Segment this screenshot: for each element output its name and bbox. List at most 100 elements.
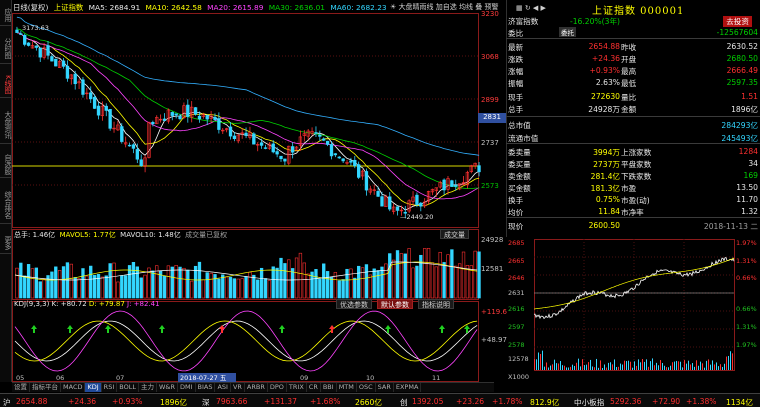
intraday-volume-bar (670, 365, 671, 370)
volume-bar (232, 278, 237, 299)
indicator-tab[interactable]: 指标平台 (30, 383, 61, 392)
volume-bar (457, 263, 462, 299)
indicator-tab[interactable]: ASI (215, 383, 231, 392)
indicator-help-button[interactable]: 指标说明 (418, 299, 454, 309)
intraday-left-label: X1000 (508, 373, 529, 381)
volume-bar (259, 267, 264, 299)
volume-axis-top: 24928 (481, 236, 504, 244)
indicator-tab[interactable]: DPO (268, 383, 287, 392)
sz-price[interactable]: 7963.66 (216, 397, 247, 406)
sh-price[interactable]: 2654.88 (16, 397, 47, 406)
period-label[interactable]: 日线(复权) (13, 3, 48, 12)
intraday-right-label: 0.66% (736, 274, 757, 282)
volume-bar (135, 266, 139, 299)
volume-bar (434, 266, 439, 299)
intraday-volume-bar (552, 364, 553, 370)
default-params-button[interactable]: 默认参数 (377, 299, 413, 309)
intraday-volume-bar (560, 361, 561, 370)
signal-arrow (105, 325, 111, 333)
low-marker: —2449.20 (400, 213, 433, 221)
volume-bar (19, 262, 23, 299)
candle (197, 115, 202, 120)
cy-price[interactable]: 1392.05 (412, 397, 443, 406)
volume-bar (205, 272, 209, 299)
quote-value: 2654.88 (588, 42, 620, 51)
volume-bar (256, 279, 260, 299)
intraday-volume-bar (546, 362, 547, 370)
weather-flag-label[interactable]: 大盘晴雨线 (399, 3, 434, 11)
indicator-tab[interactable]: ARBR (245, 383, 268, 392)
indicator-tab[interactable]: EXPMA (394, 383, 422, 392)
intraday-volume-bar (714, 364, 715, 370)
intraday-volume-bar (624, 360, 625, 370)
intraday-volume-bar (712, 360, 713, 370)
indicator-tab[interactable]: RSI (102, 383, 118, 392)
quote-label: 现手 (508, 93, 524, 102)
k-line-chart[interactable]: 3173.63 —2449.20 05 06 07 2018-07-27 五 09 10 11 (12, 13, 506, 383)
candle (329, 144, 334, 157)
quote-row: 换手 0.75% 市盈(动) 11.70 (508, 195, 760, 206)
indicator-tab[interactable]: SAR (376, 383, 394, 392)
invest-button[interactable]: 去投资 (723, 16, 752, 27)
candle (81, 79, 85, 95)
indicator-tab[interactable]: TRIX (287, 383, 307, 392)
volume-bar (77, 278, 81, 299)
weather-flag-icon[interactable]: ☀ (390, 3, 396, 11)
indicator-tab[interactable]: W&R (157, 383, 178, 392)
quote-label: 金额 (621, 105, 637, 114)
intraday-chart[interactable]: 2685 2665 2646 2631 2616 2597 2578 12578 X1000 1.… (506, 237, 760, 383)
indicator-tab[interactable]: VR (231, 383, 245, 392)
indicator-tab[interactable]: 设置 (12, 383, 30, 392)
volume-bar (116, 281, 120, 299)
indicator-tab[interactable]: BIAS (196, 383, 216, 392)
indicator-tab[interactable]: MACD (61, 383, 86, 392)
volume-bar (388, 253, 392, 299)
quote-row: 最新 2654.88 昨收 2630.52 (508, 42, 760, 53)
volume-bar (442, 262, 446, 299)
volume-bar (368, 274, 372, 299)
candle (135, 149, 139, 160)
add-self-button[interactable]: 加自选 (436, 3, 457, 11)
indicator-tab[interactable]: CR (307, 383, 321, 392)
sme-price[interactable]: 5292.36 (610, 397, 641, 406)
quote-value: 11.84 (598, 207, 620, 216)
left-tab-6[interactable]: 更多 (0, 232, 12, 254)
market-status-bar: 沪 2654.88 +24.36 +0.93% 1896亿 深 7963.66 … (0, 393, 760, 407)
panel-toolbar[interactable]: ▦ ↻ ◀ ▶ (516, 4, 546, 12)
volume-bar (201, 279, 206, 299)
left-tab-5[interactable]: 综合排名 (0, 186, 12, 224)
quote-value: 2666.49 (726, 66, 758, 75)
left-tab-0[interactable]: 应用 (0, 4, 12, 26)
volume-header: 总手: 1.46亿 MAVOL5: 1.77亿 MAVOL10: 1.48亿 成… (14, 230, 227, 240)
panel-divider (506, 143, 760, 144)
volume-bar (345, 268, 349, 299)
indicator-tab[interactable]: OSC (357, 383, 376, 392)
indicator-tab[interactable]: 主力 (139, 383, 157, 392)
intraday-volume-bar (718, 366, 719, 370)
volume-indicator-button[interactable]: 成交量 (440, 229, 469, 239)
entrust-tag[interactable]: 委托 (559, 27, 576, 37)
indicator-tab[interactable]: MTM (337, 383, 357, 392)
candle (259, 142, 264, 146)
candle (376, 191, 380, 197)
candle (108, 109, 112, 129)
candle (26, 42, 31, 46)
indicator-tab[interactable]: BOLL (117, 383, 139, 392)
volume-bar (294, 257, 299, 299)
candle (170, 112, 174, 116)
left-tab-3[interactable]: 大盘资讯 (0, 106, 12, 144)
intraday-volume-bar (678, 361, 679, 370)
candle (23, 34, 27, 45)
ma-button[interactable]: 均线 (459, 3, 473, 11)
left-tab-4[interactable]: 自选股 (0, 152, 12, 178)
left-tab-2[interactable]: K线图 (0, 72, 12, 98)
quote-label: 现价 (508, 222, 524, 231)
indicator-tab[interactable]: KDJ (85, 383, 102, 392)
price-axis-label: 3068 (481, 53, 499, 61)
left-tab-1[interactable]: 分时图 (0, 34, 12, 64)
optimize-params-button[interactable]: 优选参数 (336, 299, 372, 309)
intraday-left-label: 2616 (508, 305, 525, 313)
indicator-tab[interactable]: BBI (321, 383, 337, 392)
candle (15, 29, 19, 33)
indicator-tab[interactable]: DMI (178, 383, 196, 392)
